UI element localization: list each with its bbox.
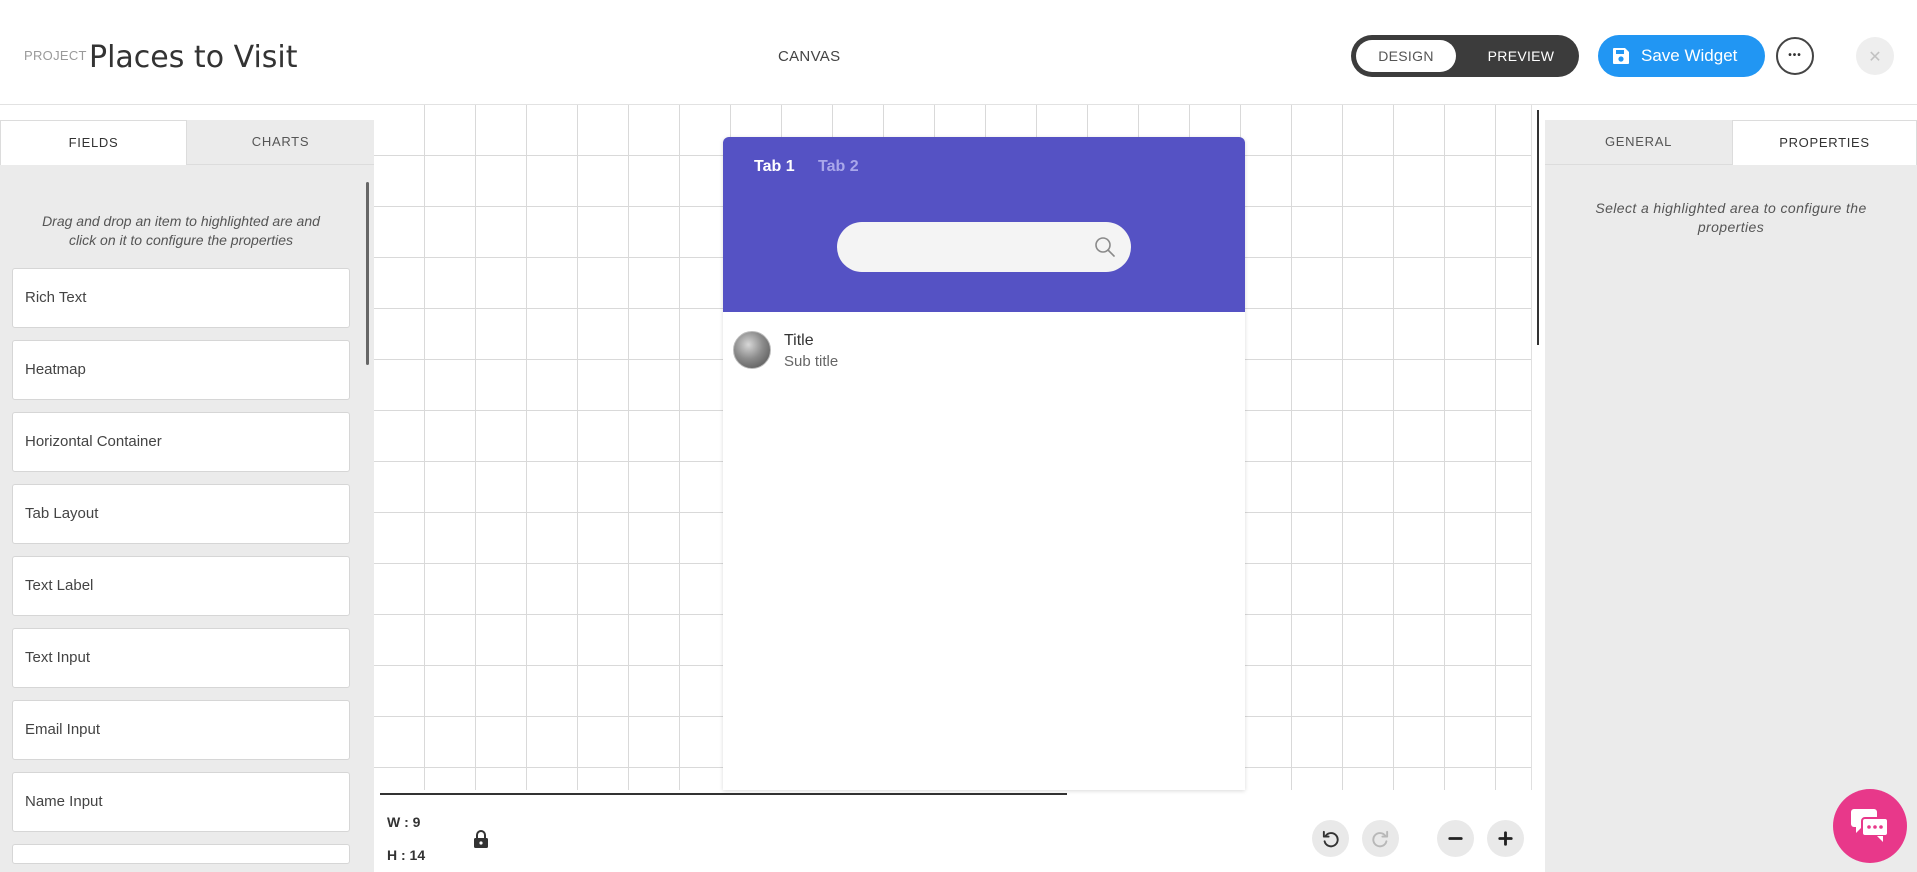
widget-preview[interactable]: Tab 1 Tab 2 Title Sub title: [723, 137, 1245, 790]
field-item-heatmap[interactable]: Heatmap: [12, 340, 350, 400]
top-bar: PROJECT Places to Visit CANVAS DESIGN PR…: [0, 0, 1917, 105]
tab-properties[interactable]: PROPERTIES: [1732, 120, 1917, 165]
save-widget-button[interactable]: Save Widget: [1598, 35, 1765, 77]
canvas-horizontal-scrollbar[interactable]: [380, 793, 1067, 795]
field-item-name-input[interactable]: Name Input: [12, 772, 350, 832]
undo-button[interactable]: [1312, 820, 1349, 857]
zoom-out-button[interactable]: [1437, 820, 1474, 857]
height-readout: H : 14: [387, 847, 426, 863]
field-item-email-input[interactable]: Email Input: [12, 700, 350, 760]
undo-icon: [1322, 830, 1339, 848]
widget-tab-1[interactable]: Tab 1: [754, 158, 795, 176]
design-mode-button[interactable]: DESIGN: [1356, 40, 1456, 72]
properties-hint: Select a highlighted area to configure t…: [1595, 200, 1867, 235]
canvas-toolbar: [374, 800, 1532, 872]
search-icon: [1095, 237, 1115, 257]
widget-header: Tab 1 Tab 2: [723, 137, 1245, 312]
project-label: PROJECT: [24, 48, 87, 63]
chat-icon: [1851, 809, 1889, 842]
left-panel: FIELDS CHARTS Drag and drop an item to h…: [0, 120, 374, 872]
right-panel: GENERAL PROPERTIES Select a highlighted …: [1545, 120, 1917, 872]
field-item-text-label[interactable]: Text Label: [12, 556, 350, 616]
field-item-rich-text[interactable]: Rich Text: [12, 268, 350, 328]
widget-tab-2[interactable]: Tab 2: [818, 158, 859, 176]
list-item-title: Title: [784, 332, 814, 349]
lock-icon[interactable]: [472, 829, 490, 849]
redo-icon: [1372, 830, 1389, 848]
save-widget-label: Save Widget: [1641, 46, 1738, 65]
close-button[interactable]: ✕: [1856, 37, 1894, 75]
tab-fields[interactable]: FIELDS: [0, 120, 187, 165]
plus-icon: [1498, 831, 1513, 846]
widget-list-item[interactable]: Title Sub title: [723, 329, 1245, 389]
avatar: [733, 331, 771, 369]
tab-charts[interactable]: CHARTS: [187, 120, 374, 165]
drag-drop-hint: Drag and drop an item to highlighted are…: [42, 213, 320, 248]
minus-icon: [1448, 837, 1463, 840]
project-title[interactable]: Places to Visit: [89, 40, 298, 75]
chat-button[interactable]: [1833, 789, 1907, 863]
field-item-text-input[interactable]: Text Input: [12, 628, 350, 688]
field-item-tab-layout[interactable]: Tab Layout: [12, 484, 350, 544]
more-icon: •••: [1788, 50, 1802, 61]
mode-toggle[interactable]: DESIGN PREVIEW: [1351, 35, 1579, 77]
redo-button[interactable]: [1362, 820, 1399, 857]
tab-general[interactable]: GENERAL: [1545, 120, 1732, 165]
zoom-in-button[interactable]: [1487, 820, 1524, 857]
fields-scrollbar[interactable]: [366, 182, 369, 365]
save-icon: [1613, 48, 1629, 64]
field-item-horizontal-container[interactable]: Horizontal Container: [12, 412, 350, 472]
list-item-subtitle: Sub title: [784, 353, 839, 370]
more-options-button[interactable]: •••: [1776, 37, 1814, 75]
widget-search-input[interactable]: [837, 222, 1131, 272]
canvas-label: CANVAS: [778, 48, 841, 65]
preview-mode-button[interactable]: PREVIEW: [1473, 40, 1569, 72]
close-icon: ✕: [1868, 49, 1882, 66]
width-readout: W : 9: [387, 814, 421, 830]
field-item-partial[interactable]: [12, 844, 350, 864]
canvas-vertical-scrollbar[interactable]: [1537, 110, 1539, 345]
